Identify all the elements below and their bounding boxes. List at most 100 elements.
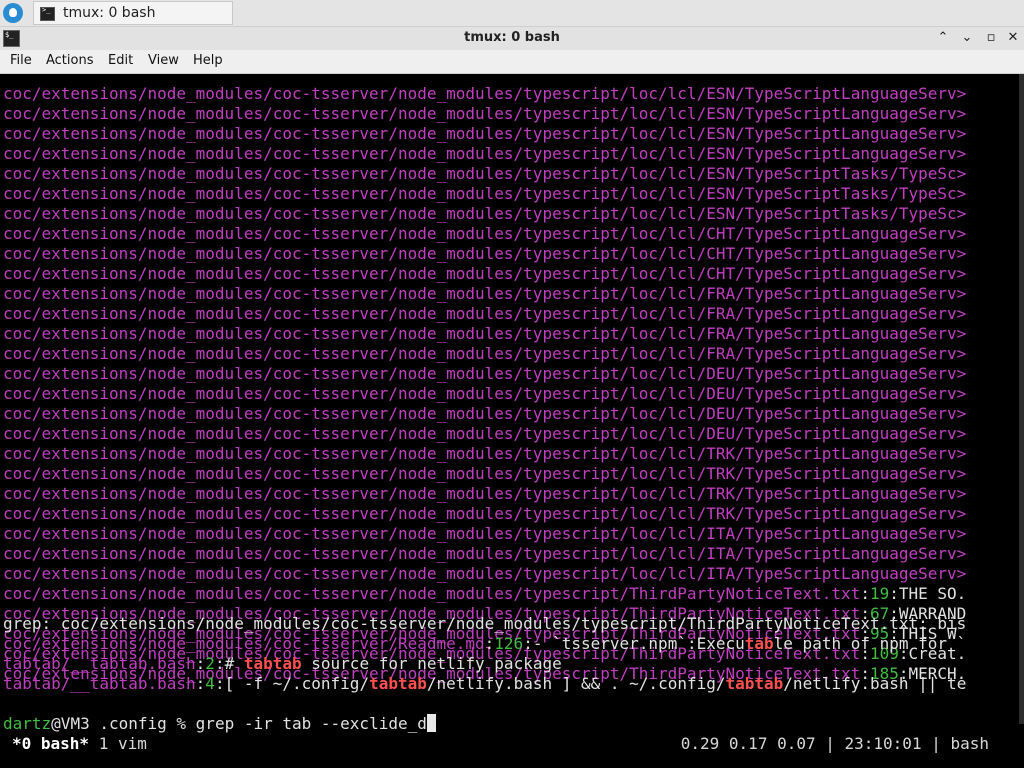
result-match: tabtab: [725, 674, 784, 693]
result-path: tabtab/__tabtab.bash: [3, 674, 196, 693]
close-button[interactable]: ✕: [1004, 29, 1022, 47]
shade-button[interactable]: ⌃: [934, 29, 952, 47]
result-text: #: [224, 654, 244, 673]
grep-result-line: coc/extensions/node_modules/coc-tsserver…: [3, 284, 966, 304]
grep-result-line: coc/extensions/node_modules/coc-tsserver…: [3, 424, 966, 444]
text-cursor: [426, 714, 436, 732]
result-path: coc/extensions/node_modules/coc-tsserver…: [3, 244, 967, 263]
grep-result-line: coc/extensions/node_modules/coc-tsserver…: [3, 164, 966, 184]
menu-view[interactable]: View: [148, 53, 179, 68]
prompt-host: @VM3 .config %: [51, 714, 196, 733]
taskbar: tmux: 0 bash: [0, 0, 1024, 26]
result-text: le path of npm for `: [773, 634, 967, 653]
result-path: coc/extensions/node_modules/coc-tsserver…: [3, 304, 967, 323]
grep-result-line: coc/extensions/node_modules/coc-tsserver…: [3, 264, 966, 284]
result-path: coc/extensions/node_modules/coc-tsserver…: [3, 104, 967, 123]
maximize-button[interactable]: ▫: [982, 29, 1000, 47]
result-path: coc/extensions/node_modules/coc-tsserver…: [3, 164, 967, 183]
grep-result-line: coc/extensions/node_modules/coc-tsserver…: [3, 344, 966, 364]
result-text: source for netlify package: [301, 654, 562, 673]
menubar: File Actions Edit View Help: [0, 50, 1024, 74]
result-text: /netlify.bash ] && . ~/.config/: [426, 674, 726, 693]
grep-result-line: coc/extensions/node_modules/coc-tsserver…: [3, 504, 966, 524]
result-lineno: 19: [869, 584, 890, 603]
result-path: coc/extensions/node_modules/coc-tsserver…: [3, 384, 967, 403]
tabtab-result-line: tabtab/__tabtab.bash:4:[ -f ~/.config/ta…: [3, 674, 967, 693]
prompt-user: dartz: [3, 714, 52, 733]
grep-result-line: coc/extensions/node_modules/coc-tsserver…: [3, 544, 966, 564]
grep-result-line: coc/extensions/node_modules/coc-tsserver…: [3, 124, 966, 144]
grep-result-line: coc/extensions/node_modules/coc-tsserver…: [3, 224, 966, 244]
result-lineno: 4: [205, 674, 215, 693]
menu-help[interactable]: Help: [193, 53, 223, 68]
window-titlebar: tmux: 0 bash ⌃ ⌄ ▫ ✕: [0, 26, 1024, 50]
grep-result-line: coc/extensions/node_modules/coc-tsserver…: [3, 484, 966, 504]
grep-result-line: coc/extensions/node_modules/coc-tsserver…: [3, 304, 966, 324]
result-path: coc/extensions/node_modules/coc-tsserver…: [3, 144, 967, 163]
result-path: coc/extensions/node_modules/coc-tsserver…: [3, 544, 967, 563]
grep-result-line: coc/extensions/node_modules/coc-tsserver…: [3, 104, 966, 124]
result-path: coc/extensions/node_modules/coc-tsserver…: [3, 84, 967, 103]
result-lineno: 126: [494, 634, 524, 653]
app-launcher-icon[interactable]: [3, 3, 23, 23]
result-lineno: 2: [205, 654, 215, 673]
result-path: coc/extensions/node_modules/coc-tsserver…: [3, 424, 967, 443]
grep-result-line: coc/extensions/node_modules/coc-tsserver…: [3, 524, 966, 544]
grep-result-line: coc/extensions/node_modules/coc-tsserver…: [3, 204, 966, 224]
tabtab-result-line: tabtab/__tabtab.bash:2:# tabtab source f…: [3, 654, 562, 673]
result-match: tabtab: [243, 654, 302, 673]
shell-prompt-line[interactable]: dartz@VM3 .config % grep -ir tab --excli…: [3, 714, 436, 734]
window-title: tmux: 0 bash: [464, 30, 560, 45]
taskbar-task-tmux[interactable]: tmux: 0 bash: [33, 1, 233, 25]
minimize-button[interactable]: ⌄: [958, 29, 976, 47]
result-text: THE SO.: [898, 584, 967, 603]
tmux-status-bar: *0 bash* 1 vim 0.29 0.17 0.07 | 23:10:01…: [0, 734, 1019, 754]
grep-result-line: coc/extensions/node_modules/coc-tsserver…: [3, 444, 966, 464]
result-path: coc/extensions/node_modules/coc-tsserver…: [3, 504, 967, 523]
menu-edit[interactable]: Edit: [108, 53, 133, 68]
result-match: tabtab: [369, 674, 427, 693]
readme-result-line: coc/extensions/node_modules/coc-tsserver…: [3, 634, 967, 653]
result-path: tabtab/__tabtab.bash: [3, 654, 196, 673]
terminal-pane[interactable]: coc/extensions/node_modules/coc-tsserver…: [0, 74, 1024, 768]
grep-result-line: coc/extensions/node_modules/coc-tsserver…: [3, 144, 966, 164]
result-path: coc/extensions/node_modules/coc-tsserver…: [3, 634, 485, 653]
grep-result-line: coc/extensions/node_modules/coc-tsserver…: [3, 184, 966, 204]
grep-result-line: coc/extensions/node_modules/coc-tsserver…: [3, 584, 967, 603]
result-path: coc/extensions/node_modules/coc-tsserver…: [3, 364, 967, 383]
grep-error-text: grep: coc/extensions/node_modules/coc-ts…: [3, 614, 967, 633]
tmux-window-active[interactable]: *0 bash*: [12, 734, 89, 753]
result-path: coc/extensions/node_modules/coc-tsserver…: [3, 564, 967, 583]
tmux-window-vim[interactable]: 1 vim: [99, 734, 147, 753]
result-path: coc/extensions/node_modules/coc-tsserver…: [3, 524, 967, 543]
grep-result-line: coc/extensions/node_modules/coc-tsserver…: [3, 84, 966, 104]
grep-result-line: coc/extensions/node_modules/coc-tsserver…: [3, 404, 966, 424]
grep-result-line: coc/extensions/node_modules/coc-tsserver…: [3, 244, 966, 264]
result-path: coc/extensions/node_modules/coc-tsserver…: [3, 284, 967, 303]
result-text: - `tsserver.npm`:Execu: [532, 634, 745, 653]
result-path: coc/extensions/node_modules/coc-tsserver…: [3, 124, 967, 143]
grep-result-line: coc/extensions/node_modules/coc-tsserver…: [3, 384, 966, 404]
result-path: coc/extensions/node_modules/coc-tsserver…: [3, 344, 967, 363]
result-text: [ -f ~/.config/: [224, 674, 370, 693]
result-path: coc/extensions/node_modules/coc-tsserver…: [3, 464, 967, 483]
result-path: coc/extensions/node_modules/coc-tsserver…: [3, 324, 967, 343]
grep-error-line: grep: coc/extensions/node_modules/coc-ts…: [3, 614, 966, 634]
command-input[interactable]: grep -ir tab --exclide_d: [196, 714, 427, 733]
grep-result-line: coc/extensions/node_modules/coc-tsserver…: [3, 564, 966, 584]
result-path: coc/extensions/node_modules/coc-tsserver…: [3, 404, 967, 423]
result-path: coc/extensions/node_modules/coc-tsserver…: [3, 264, 967, 283]
result-match: tab: [744, 634, 774, 653]
terminal-icon: [40, 6, 55, 21]
tmux-status-right: 0.29 0.17 0.07 | 23:10:01 | bash: [680, 734, 989, 753]
result-path: coc/extensions/node_modules/coc-tsserver…: [3, 224, 967, 243]
result-path: coc/extensions/node_modules/coc-tsserver…: [3, 584, 861, 603]
scrollbar-thumb[interactable]: [1019, 74, 1024, 724]
menu-file[interactable]: File: [10, 53, 32, 68]
terminal-scrollbar[interactable]: [1019, 74, 1024, 724]
grep-result-line: coc/extensions/node_modules/coc-tsserver…: [3, 364, 966, 384]
result-text: /netlify.bash || te: [783, 674, 967, 693]
grep-result-line: coc/extensions/node_modules/coc-tsserver…: [3, 464, 966, 484]
result-path: coc/extensions/node_modules/coc-tsserver…: [3, 484, 967, 503]
menu-actions[interactable]: Actions: [46, 53, 94, 68]
